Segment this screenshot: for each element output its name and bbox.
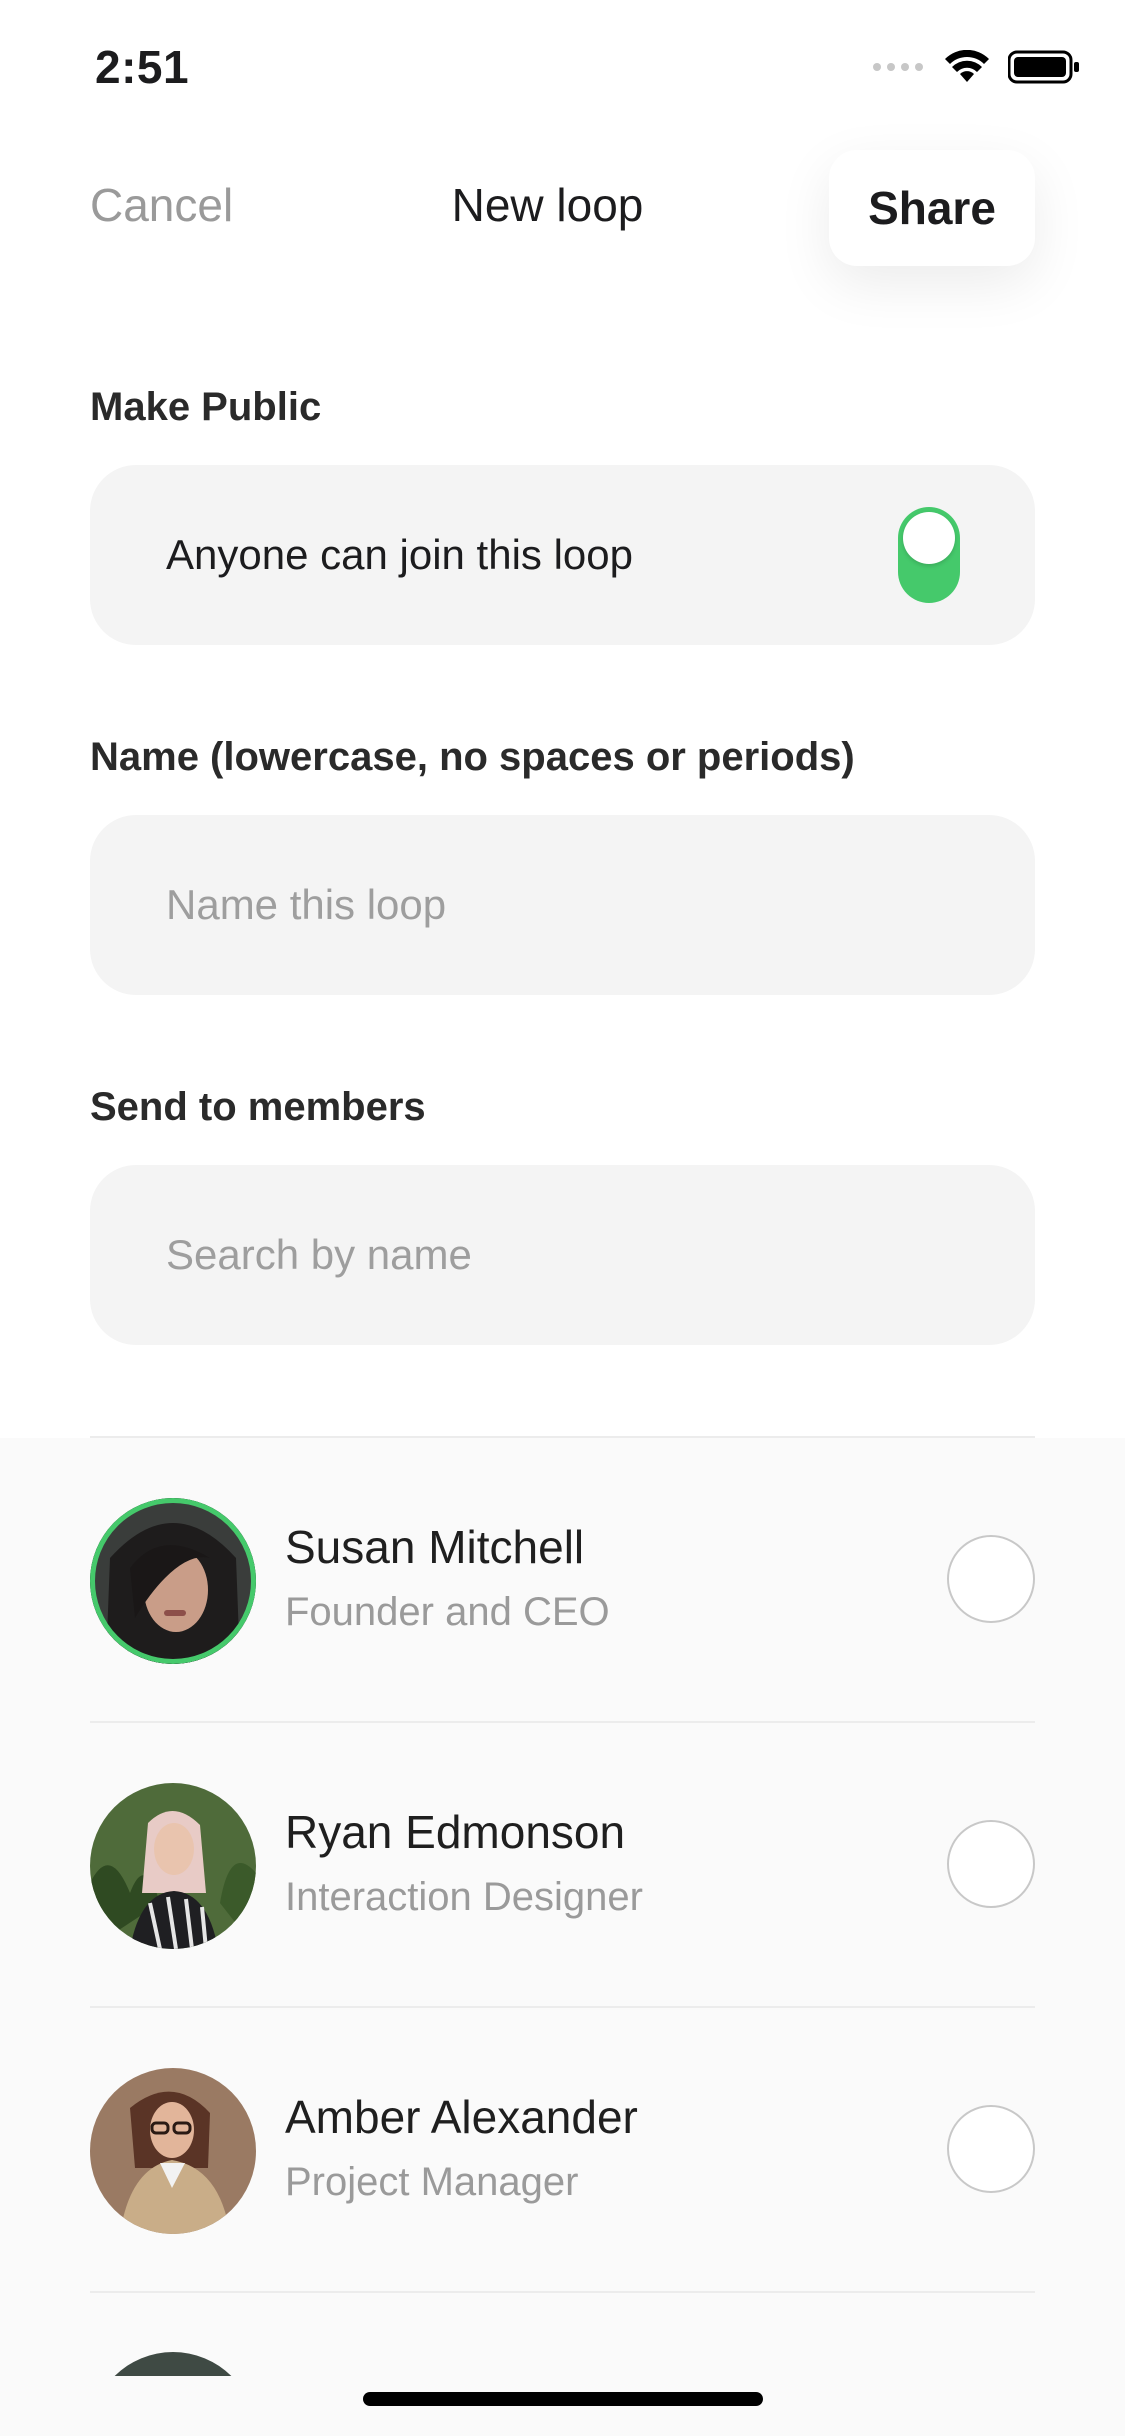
member-name: Susan Mitchell [285,1521,585,1573]
battery-icon [1008,50,1079,84]
status-time: 2:51 [95,41,190,93]
avatar [90,1498,256,1664]
divider [90,1721,1035,1723]
avatar [90,1783,256,1949]
signal-icon [873,63,923,71]
name-field[interactable]: Name this loop [90,815,1035,995]
member-row[interactable]: Ryan Edmonson Interaction Designer [90,1783,1035,1963]
name-field-placeholder: Name this loop [166,881,447,928]
search-placeholder: Search by name [166,1231,472,1278]
make-public-label: Make Public [90,385,322,429]
member-row[interactable]: Amber Alexander Project Manager [90,2068,1035,2248]
public-toggle[interactable] [898,507,960,603]
home-indicator [363,2392,763,2406]
divider [90,2006,1035,2008]
share-button[interactable]: Share [829,150,1035,266]
member-name: Ryan Edmonson [285,1806,626,1858]
divider [90,2291,1035,2293]
member-name: Amber Alexander [285,2091,638,2143]
divider [90,1436,1035,1438]
make-public-row: Anyone can join this loop [90,465,1035,645]
next-avatar-peek [90,2352,256,2376]
select-radio[interactable] [947,1820,1035,1908]
make-public-text: Anyone can join this loop [166,531,633,578]
new-loop-screen: 2:51 Cancel New loop Share Make Public A… [0,0,1125,2436]
member-row[interactable]: Susan Mitchell Founder and CEO [90,1498,1035,1678]
wifi-icon [945,50,989,82]
select-radio[interactable] [947,1535,1035,1623]
member-search-input[interactable]: Search by name [90,1165,1035,1345]
woman-glasses-photo-icon [90,2068,256,2234]
avatar [90,2068,256,2234]
selected-ring [90,1498,256,1664]
member-role: Founder and CEO [285,1590,610,1634]
name-field-label: Name (lowercase, no spaces or periods) [90,735,855,779]
member-role: Project Manager [285,2160,579,2204]
member-role: Interaction Designer [285,1875,643,1919]
status-icons [872,50,1080,84]
woman-pink-hair-photo-icon [90,1783,256,1949]
send-to-members-label: Send to members [90,1085,426,1129]
select-radio[interactable] [947,2105,1035,2193]
toggle-knob [903,512,955,564]
